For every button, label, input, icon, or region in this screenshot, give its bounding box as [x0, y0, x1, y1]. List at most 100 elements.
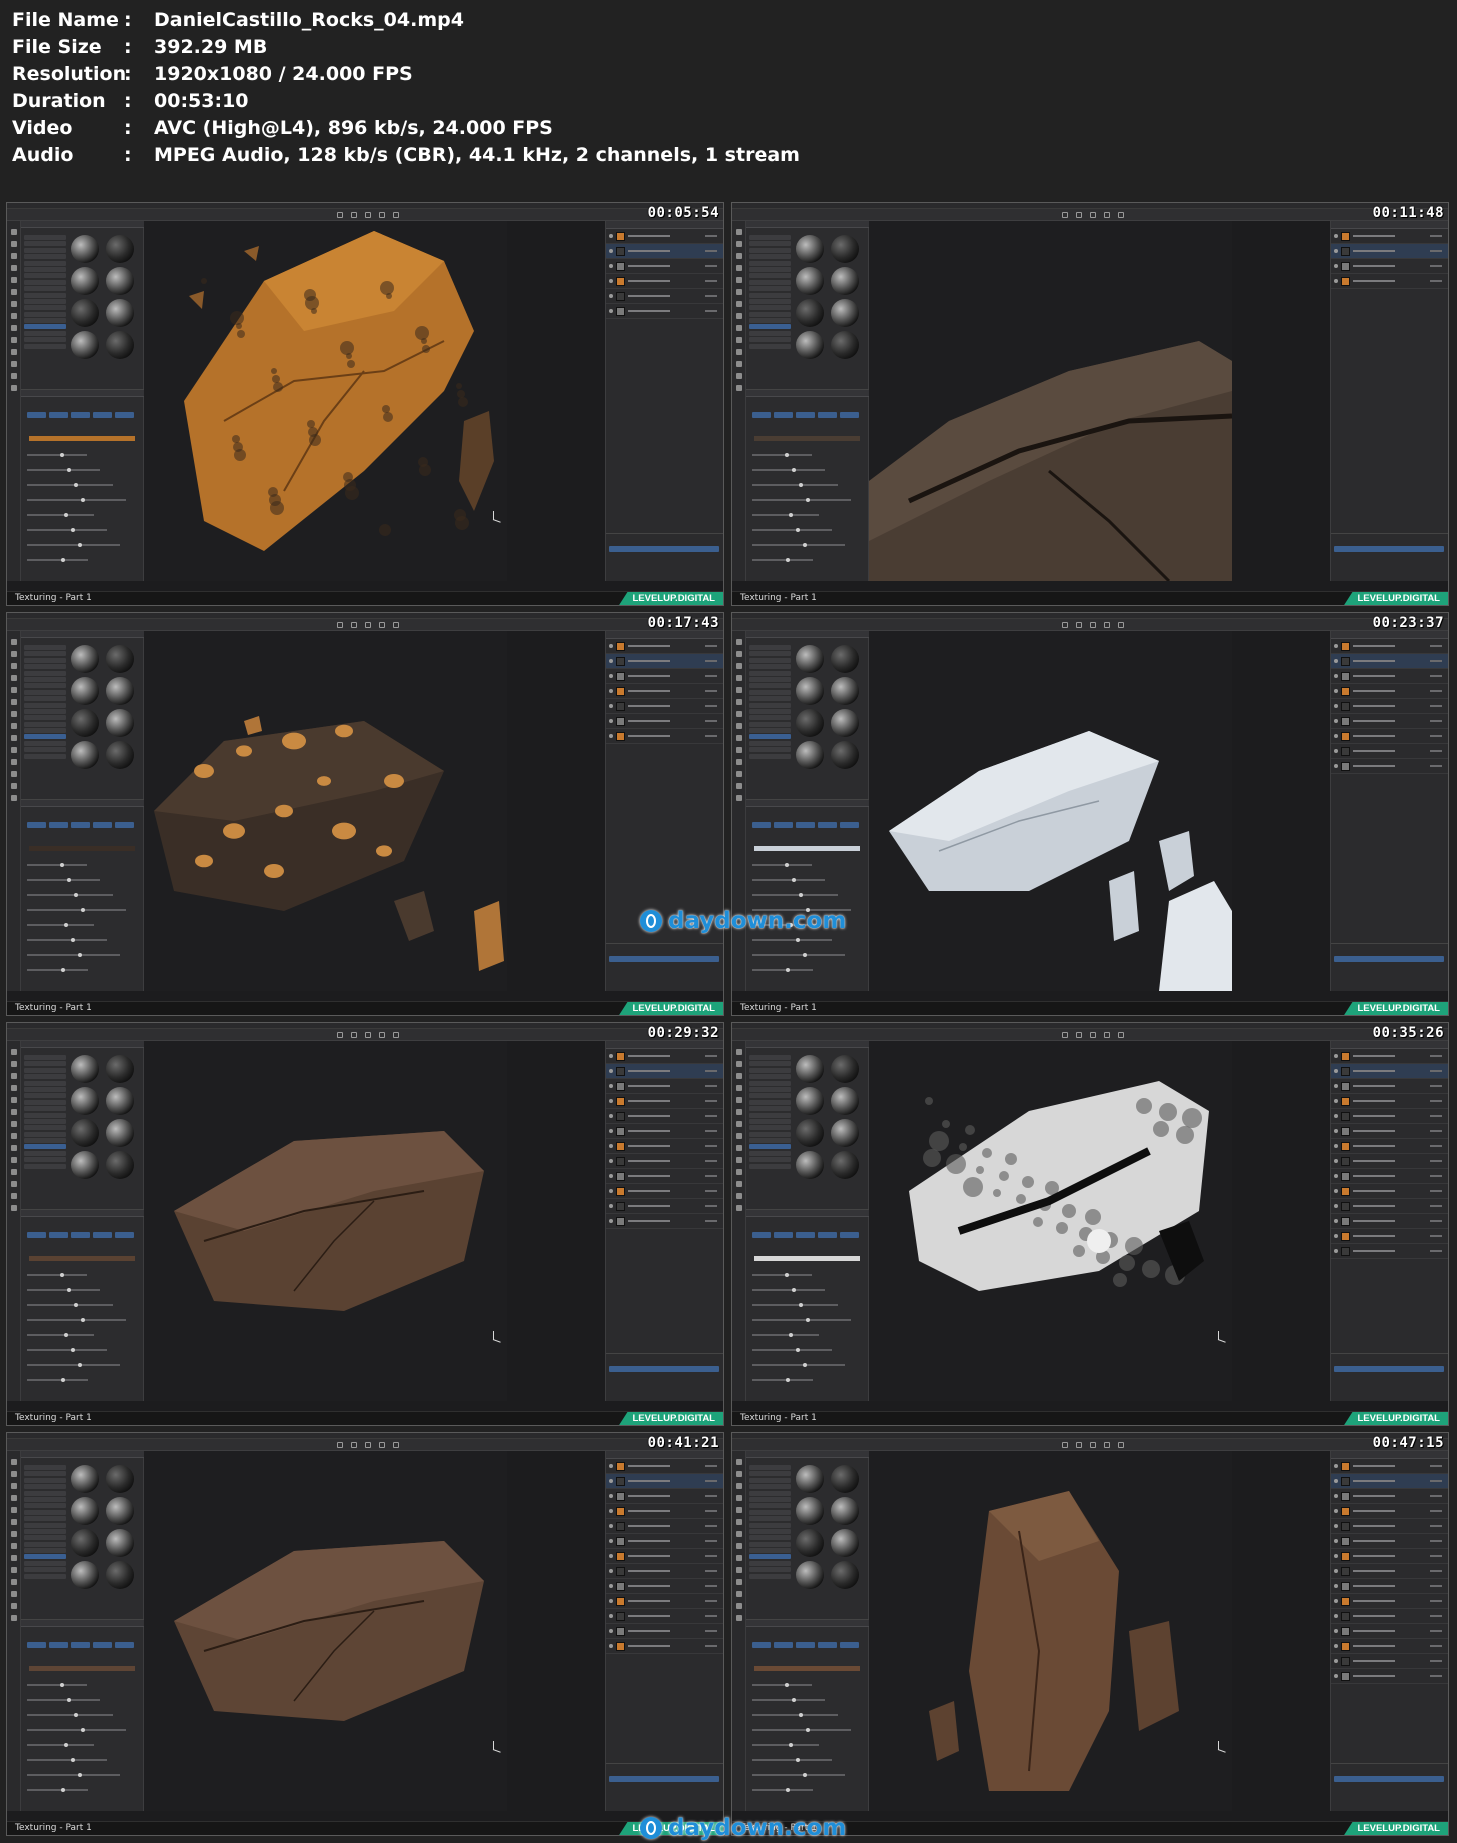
- shelf-category: [24, 740, 66, 746]
- shelf-category: [24, 645, 66, 650]
- video-thumbnail[interactable]: 00:35:26 Texturing - Part 1 LEVELUP.DIGITA…: [731, 1022, 1449, 1426]
- shelf-category: [24, 235, 66, 240]
- layer-name: [628, 1055, 670, 1057]
- layer-opacity: [1430, 1630, 1442, 1632]
- shelf-category: [24, 1541, 66, 1547]
- visibility-eye-icon: [1334, 249, 1338, 253]
- layer-name: [1353, 250, 1395, 252]
- layer-thumbnail: [1341, 1127, 1350, 1136]
- layer-opacity: [1430, 1205, 1442, 1207]
- shelf-category: [749, 702, 791, 708]
- video-thumbnail[interactable]: 00:29:32 Texturing - Part 1 LEVELUP.DIGITA…: [6, 1022, 724, 1426]
- tool-icon: [11, 1519, 17, 1525]
- property-slider: [27, 1364, 120, 1366]
- tool-icon: [736, 1543, 742, 1549]
- shelf-category: [24, 1131, 66, 1137]
- shelf-category: [24, 266, 66, 272]
- tool-icon: [736, 1193, 742, 1199]
- shelf-category: [749, 1509, 791, 1515]
- channel-chip: [115, 1642, 134, 1648]
- base-color-swatch: [754, 846, 860, 851]
- layer-thumbnail: [1341, 732, 1350, 741]
- tool-icon: [11, 1169, 17, 1175]
- tool-icon: [736, 759, 742, 765]
- shelf-category: [749, 1560, 791, 1566]
- slider-handle: [81, 908, 86, 912]
- layer-opacity: [705, 1130, 717, 1132]
- channel-chip: [752, 822, 771, 828]
- video-thumbnail[interactable]: 00:17:43 Texturing - Part 1 LEVELUP.DIGITA…: [6, 612, 724, 1016]
- top-toolbar: [732, 1439, 1448, 1451]
- tool-icon: [736, 1085, 742, 1091]
- property-slider: [752, 1774, 845, 1776]
- base-color-swatch: [29, 1256, 135, 1261]
- layer-opacity: [705, 1525, 717, 1527]
- channel-chip: [796, 822, 815, 828]
- visibility-eye-icon: [609, 294, 613, 298]
- shelf-category: [749, 1131, 791, 1137]
- visibility-eye-icon: [1334, 1599, 1338, 1603]
- video-thumbnail[interactable]: 00:47:15 Texturing - Part 1 LEVELUP.DIGITA…: [731, 1432, 1449, 1836]
- shelf-category: [24, 1516, 66, 1522]
- layer-name: [628, 705, 670, 707]
- texture-set-list: [1331, 1763, 1448, 1785]
- material-sphere-icon: [831, 267, 859, 295]
- slider-handle: [63, 1743, 68, 1747]
- material-sphere-icon: [796, 645, 824, 673]
- slider-handle: [785, 863, 789, 867]
- brand-badge: LEVELUP.DIGITAL: [618, 1412, 723, 1425]
- base-color-swatch: [29, 436, 135, 441]
- material-sphere-icon: [831, 1119, 859, 1147]
- layer-thumbnail: [1341, 1232, 1350, 1241]
- video-thumbnail[interactable]: 00:41:21 Texturing - Part 1 LEVELUP.DIGITA…: [6, 1432, 724, 1836]
- layer-name: [628, 1130, 670, 1132]
- tool-strip: [7, 631, 21, 991]
- property-slider: [27, 1759, 107, 1761]
- layer-row: [606, 1474, 723, 1489]
- shelf-category: [749, 1567, 791, 1573]
- layer-opacity: [705, 1070, 717, 1072]
- shelf-category: [749, 689, 791, 695]
- layer-opacity: [705, 1630, 717, 1632]
- layer-opacity: [705, 1570, 717, 1572]
- tool-icon: [11, 1157, 17, 1163]
- material-sphere-icon: [106, 1055, 134, 1083]
- visibility-eye-icon: [1334, 279, 1338, 283]
- material-sphere-icon: [796, 1497, 824, 1525]
- layer-name: [628, 250, 670, 252]
- material-sphere-icon: [71, 1561, 99, 1589]
- video-thumbnail[interactable]: 00:11:48 Texturing - Part 1 LEVELUP.DIGITA…: [731, 202, 1449, 606]
- video-thumbnail[interactable]: 00:05:54 Texturing - Part 1 LEVELUP.DIGITA…: [6, 202, 724, 606]
- toolbar-icon: [1104, 1032, 1110, 1038]
- layer-row: [1331, 1564, 1448, 1579]
- slider-handle: [60, 1378, 65, 1382]
- layer-opacity: [1430, 1645, 1442, 1647]
- layer-name: [1353, 1100, 1395, 1102]
- slider-handle: [60, 1273, 64, 1277]
- layer-row: [606, 1139, 723, 1154]
- layer-row: [606, 1639, 723, 1654]
- layer-opacity: [1430, 1100, 1442, 1102]
- layer-thumbnail: [616, 1552, 625, 1561]
- visibility-eye-icon: [609, 704, 613, 708]
- toolbar-icon: [1076, 1442, 1082, 1448]
- layer-thumbnail: [1341, 1187, 1350, 1196]
- info-value: AVC (High@L4), 896 kb/s, 24.000 FPS: [154, 116, 553, 139]
- visibility-eye-icon: [1334, 1674, 1338, 1678]
- shelf-category: [749, 1061, 791, 1067]
- slider-handle: [785, 453, 789, 457]
- shelf-category: [24, 1522, 66, 1528]
- layer-row: [1331, 1064, 1448, 1079]
- layer-name: [1353, 1070, 1395, 1072]
- layer-thumbnail: [616, 1477, 625, 1486]
- slider-handle: [799, 1713, 804, 1717]
- shelf-category: [749, 266, 791, 272]
- tool-icon: [11, 1205, 17, 1211]
- channel-chip: [818, 1642, 837, 1648]
- layer-opacity: [1430, 1085, 1442, 1087]
- layer-opacity: [1430, 1190, 1442, 1192]
- shelf-category: [24, 343, 66, 349]
- video-thumbnail[interactable]: 00:23:37 Texturing - Part 1 LEVELUP.DIGITA…: [731, 612, 1449, 1016]
- watermark-text: daydown.com: [668, 1815, 847, 1841]
- layer-row: [606, 639, 723, 654]
